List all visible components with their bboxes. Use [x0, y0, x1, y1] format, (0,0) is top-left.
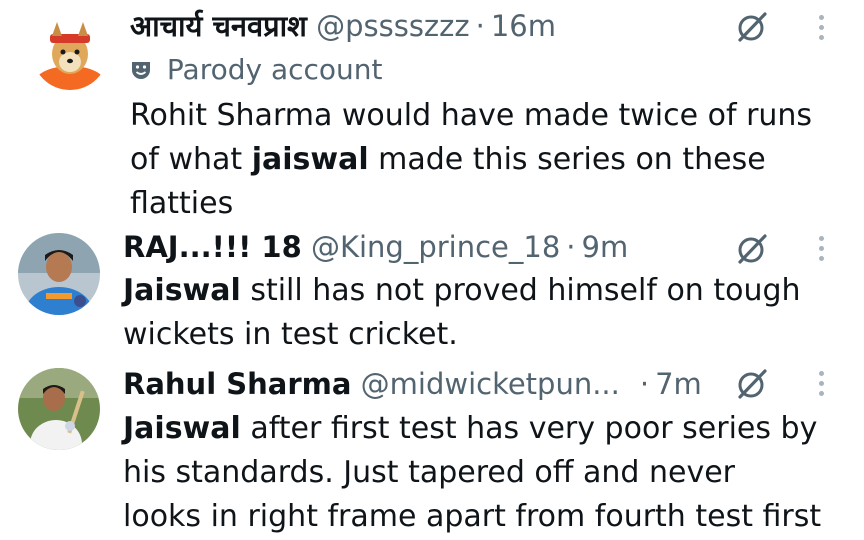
highlighted-keyword: Jaiswal	[123, 273, 241, 308]
tweet-body: Jaiswal still has not proved himself on …	[123, 269, 801, 357]
tweet-body-line: looks in right frame apart from fourth t…	[123, 495, 821, 539]
highlighted-keyword: Jaiswal	[123, 411, 241, 446]
separator: ·	[475, 9, 485, 43]
parody-label-text: Parody account	[166, 53, 383, 86]
tweet-2[interactable]: RAJ...!!! 18 @King_prince_18 · 9m Jaiswal …	[0, 225, 864, 360]
author-handle[interactable]: @midwicketpun...	[361, 367, 620, 401]
more-options-icon[interactable]	[817, 371, 825, 401]
author-handle[interactable]: @psssszzz	[316, 9, 470, 43]
cricketer-avatar-image	[18, 368, 100, 450]
avatar[interactable]	[32, 14, 108, 90]
timestamp[interactable]: 7m	[655, 367, 702, 401]
tweet-3[interactable]: Rahul Sharma @midwicketpun... · 7m Jaiswal…	[0, 360, 864, 540]
tweet-body-line: his standards. Just tapered off and neve…	[123, 451, 821, 495]
timestamp[interactable]: 16m	[491, 9, 556, 43]
tweet-body-line: wickets in test cricket.	[123, 313, 801, 357]
theater-masks-icon	[130, 52, 158, 92]
tweet-text: after first test has very poor series by	[240, 411, 818, 446]
tweet-body-line: Jaiswal after first test has very poor s…	[123, 407, 821, 451]
tweet-body-line: Jaiswal still has not proved himself on …	[123, 269, 801, 313]
tweet-body-line: flatties	[130, 182, 812, 226]
highlighted-keyword: jaiswal	[251, 142, 369, 177]
tweet-header: आचार्य चनवप्राश @psssszzz · 16m	[130, 6, 556, 46]
tweet-text: made this series on these	[368, 142, 766, 177]
grok-icon[interactable]	[736, 233, 768, 269]
separator: ·	[566, 230, 576, 264]
timestamp[interactable]: 9m	[582, 230, 629, 264]
author-name[interactable]: आचार्य चनवप्राश	[130, 9, 307, 43]
tweet-body-line: of what jaiswal made this series on thes…	[130, 138, 812, 182]
avatar[interactable]	[18, 368, 100, 450]
tweet-header: Rahul Sharma @midwicketpun... · 7m	[123, 364, 702, 404]
tweet-body: Jaiswal after first test has very poor s…	[123, 407, 821, 539]
more-options-icon[interactable]	[817, 236, 825, 266]
author-name[interactable]: Rahul Sharma	[123, 367, 351, 401]
doge-avatar-image	[32, 14, 108, 90]
tweet-1[interactable]: आचार्य चनवप्राश @psssszzz · 16m Parody acc…	[0, 0, 864, 225]
tweet-text: his standards. Just tapered off and neve…	[123, 455, 735, 490]
tweet-text: of what	[130, 142, 252, 177]
tweet-text: looks in right frame apart from fourth t…	[123, 499, 822, 534]
grok-icon[interactable]	[736, 368, 768, 404]
tweet-text: Rohit Sharma would have made twice of ru…	[130, 98, 813, 133]
tweet-body: Rohit Sharma would have made twice of ru…	[130, 94, 812, 226]
tweet-body-line: Rohit Sharma would have made twice of ru…	[130, 94, 812, 138]
author-name[interactable]: RAJ...!!! 18	[123, 230, 302, 264]
author-handle[interactable]: @King_prince_18	[311, 230, 560, 264]
separator: ·	[639, 367, 650, 401]
cricketer-avatar-image	[18, 233, 100, 315]
tweet-text: still has not proved himself on tough	[240, 273, 801, 308]
avatar[interactable]	[18, 233, 100, 315]
tweet-text: flatties	[130, 186, 234, 221]
more-options-icon[interactable]	[817, 15, 825, 45]
tweet-header: RAJ...!!! 18 @King_prince_18 · 9m	[123, 227, 628, 267]
tweet-text: wickets in test cricket.	[123, 317, 458, 352]
grok-icon[interactable]	[736, 11, 768, 47]
parody-label: Parody account	[130, 50, 383, 92]
